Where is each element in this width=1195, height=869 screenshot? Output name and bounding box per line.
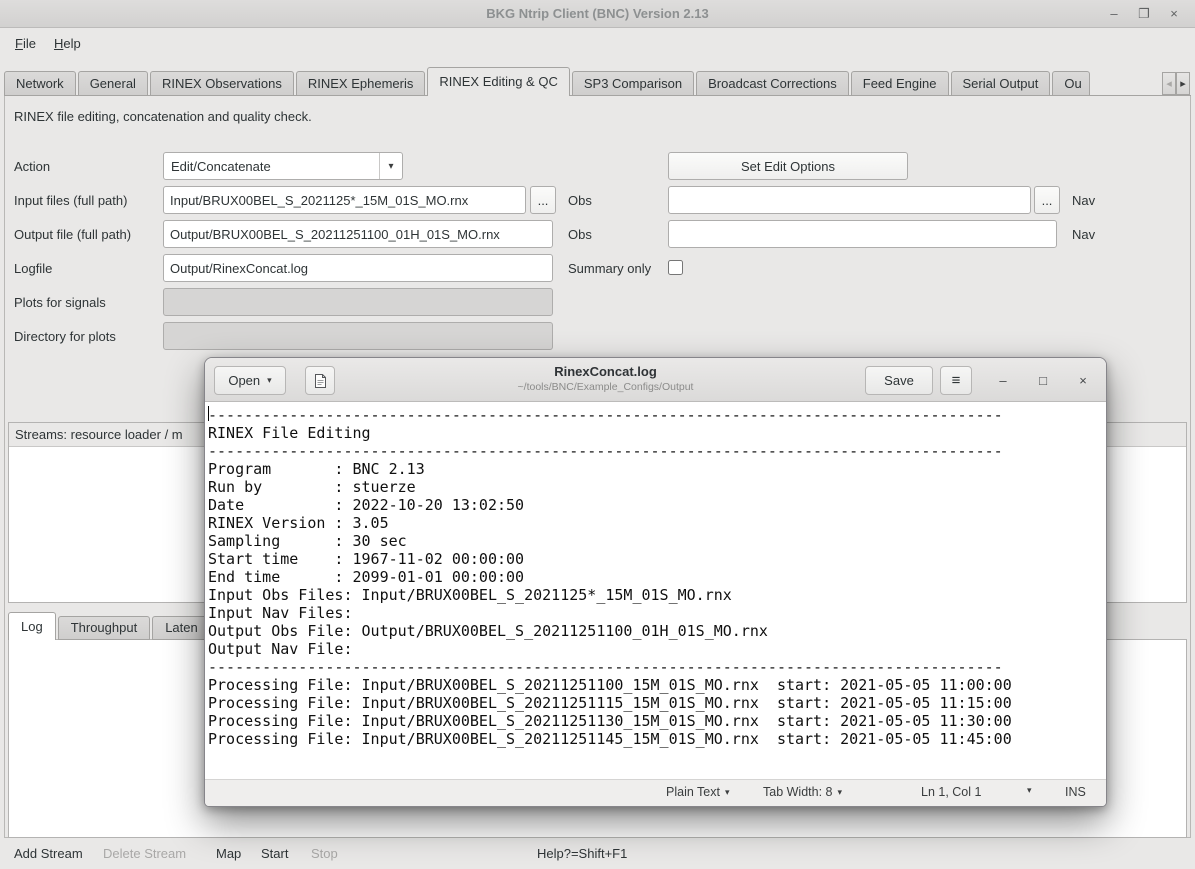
tab-feed-engine[interactable]: Feed Engine — [851, 71, 949, 96]
tab-scroll-left-icon[interactable]: ◂ — [1162, 72, 1176, 95]
output-nav-tag: Nav — [1072, 227, 1095, 243]
new-document-button[interactable] — [305, 366, 335, 395]
action-label: Action — [14, 159, 50, 175]
editor-text-area[interactable]: ----------------------------------------… — [205, 402, 1106, 779]
panel-description: RINEX file editing, concatenation and qu… — [14, 109, 312, 125]
insert-mode-label: INS — [1065, 785, 1086, 799]
input-files-label: Input files (full path) — [14, 193, 127, 209]
tab-width-label: Tab Width: 8 — [763, 785, 832, 799]
new-document-icon — [313, 373, 328, 389]
hamburger-menu-icon: ≡ — [952, 372, 961, 389]
chevron-down-icon: ▾ — [725, 787, 730, 798]
delete-stream-button: Delete Stream — [103, 846, 186, 861]
tab-width-dropdown[interactable]: Tab Width: 8 ▾ — [763, 785, 842, 799]
titlebar: BKG Ntrip Client (BNC) Version 2.13 – ❐ … — [0, 0, 1195, 28]
help-hint: Help?=Shift+F1 — [537, 846, 627, 861]
text-cursor — [208, 406, 209, 421]
editor-maximize-icon[interactable]: □ — [1029, 366, 1057, 395]
tab-network[interactable]: Network — [4, 71, 76, 96]
input-obs-tag: Obs — [568, 193, 592, 209]
menu-file[interactable]: File — [6, 32, 45, 55]
editor-minimize-icon[interactable]: – — [989, 366, 1017, 395]
minimize-icon[interactable]: – — [1099, 6, 1129, 21]
tab-scroll-arrows: ◂ ▸ — [1162, 72, 1190, 95]
editor-text-content: ----------------------------------------… — [205, 402, 1106, 748]
tab-rinex-observations[interactable]: RINEX Observations — [150, 71, 294, 96]
menu-help[interactable]: Help — [45, 32, 90, 55]
stop-button: Stop — [311, 846, 338, 861]
editor-title: RinexConcat.log — [355, 364, 856, 379]
tab-sp3-comparison[interactable]: SP3 Comparison — [572, 71, 694, 96]
browse-input-nav-button[interactable]: ... — [1034, 186, 1060, 214]
start-button[interactable]: Start — [261, 846, 288, 861]
cursor-position-button[interactable]: Ln 1, Col 1 — [921, 785, 981, 799]
output-obs-tag: Obs — [568, 227, 592, 243]
summary-only-label: Summary only — [568, 261, 651, 277]
plots-signals-label: Plots for signals — [14, 295, 106, 311]
tab-serial-output[interactable]: Serial Output — [951, 71, 1051, 96]
input-nav-tag: Nav — [1072, 193, 1095, 209]
position-chevron-button[interactable]: ▾ — [1027, 785, 1032, 796]
editor-window: Open ▾ RinexConcat.log ~/tools/BNC/Examp… — [204, 357, 1107, 807]
output-file-label: Output file (full path) — [14, 227, 131, 243]
editor-headerbar: Open ▾ RinexConcat.log ~/tools/BNC/Examp… — [205, 358, 1106, 402]
insert-mode-indicator[interactable]: INS — [1065, 785, 1086, 799]
plots-directory-label: Directory for plots — [14, 329, 116, 345]
output-obs-file-field[interactable] — [163, 220, 553, 248]
add-stream-button[interactable]: Add Stream — [14, 846, 83, 861]
action-combobox[interactable]: Edit/Concatenate ▾ — [163, 152, 403, 180]
tab-latency[interactable]: Laten — [152, 616, 211, 640]
plots-signals-field — [163, 288, 553, 316]
open-button-label: Open — [228, 373, 260, 388]
tab-throughput[interactable]: Throughput — [58, 616, 151, 640]
chevron-down-icon: ▾ — [379, 153, 402, 179]
editor-title-block: RinexConcat.log ~/tools/BNC/Example_Conf… — [355, 364, 856, 393]
tab-log[interactable]: Log — [8, 612, 56, 640]
doc-type-label: Plain Text — [666, 785, 720, 799]
tab-bar: Network General RINEX Observations RINEX… — [4, 67, 1161, 96]
menubar: File Help — [0, 29, 1195, 57]
output-nav-file-field[interactable] — [668, 220, 1057, 248]
close-icon[interactable]: × — [1159, 6, 1189, 21]
tab-broadcast-corrections[interactable]: Broadcast Corrections — [696, 71, 849, 96]
set-edit-options-button[interactable]: Set Edit Options — [668, 152, 908, 180]
bottom-toolbar: Add Stream Delete Stream Map Start Stop … — [0, 839, 1195, 869]
browse-input-obs-button[interactable]: ... — [530, 186, 556, 214]
logfile-field[interactable] — [163, 254, 553, 282]
summary-only-checkbox[interactable] — [668, 260, 683, 275]
tab-rinex-editing-qc[interactable]: RINEX Editing & QC — [427, 67, 570, 96]
cursor-position-label: Ln 1, Col 1 — [921, 785, 981, 799]
plots-directory-field — [163, 322, 553, 350]
window-title: BKG Ntrip Client (BNC) Version 2.13 — [486, 6, 708, 21]
map-button[interactable]: Map — [216, 846, 241, 861]
input-nav-files-field[interactable] — [668, 186, 1031, 214]
tab-outages[interactable]: Ou — [1052, 71, 1090, 96]
tab-rinex-ephemeris[interactable]: RINEX Ephemeris — [296, 71, 425, 96]
editor-close-icon[interactable]: × — [1069, 366, 1097, 395]
editor-subtitle: ~/tools/BNC/Example_Configs/Output — [355, 381, 856, 393]
save-button[interactable]: Save — [865, 366, 933, 395]
window-controls: – ❐ × — [1099, 0, 1189, 27]
hamburger-menu-button[interactable]: ≡ — [940, 366, 972, 395]
doc-type-dropdown[interactable]: Plain Text ▾ — [666, 785, 730, 799]
tab-scroll-right-icon[interactable]: ▸ — [1176, 72, 1190, 95]
maximize-icon[interactable]: ❐ — [1129, 6, 1159, 22]
logfile-label: Logfile — [14, 261, 52, 277]
tab-general[interactable]: General — [78, 71, 148, 96]
chevron-down-icon: ▾ — [1027, 785, 1032, 796]
chevron-down-icon: ▾ — [837, 787, 842, 798]
chevron-down-icon: ▾ — [267, 375, 272, 386]
action-combobox-value: Edit/Concatenate — [164, 159, 379, 174]
open-button[interactable]: Open ▾ — [214, 366, 286, 395]
input-obs-files-field[interactable] — [163, 186, 526, 214]
editor-statusbar: Plain Text ▾ Tab Width: 8 ▾ Ln 1, Col 1 … — [205, 779, 1106, 806]
